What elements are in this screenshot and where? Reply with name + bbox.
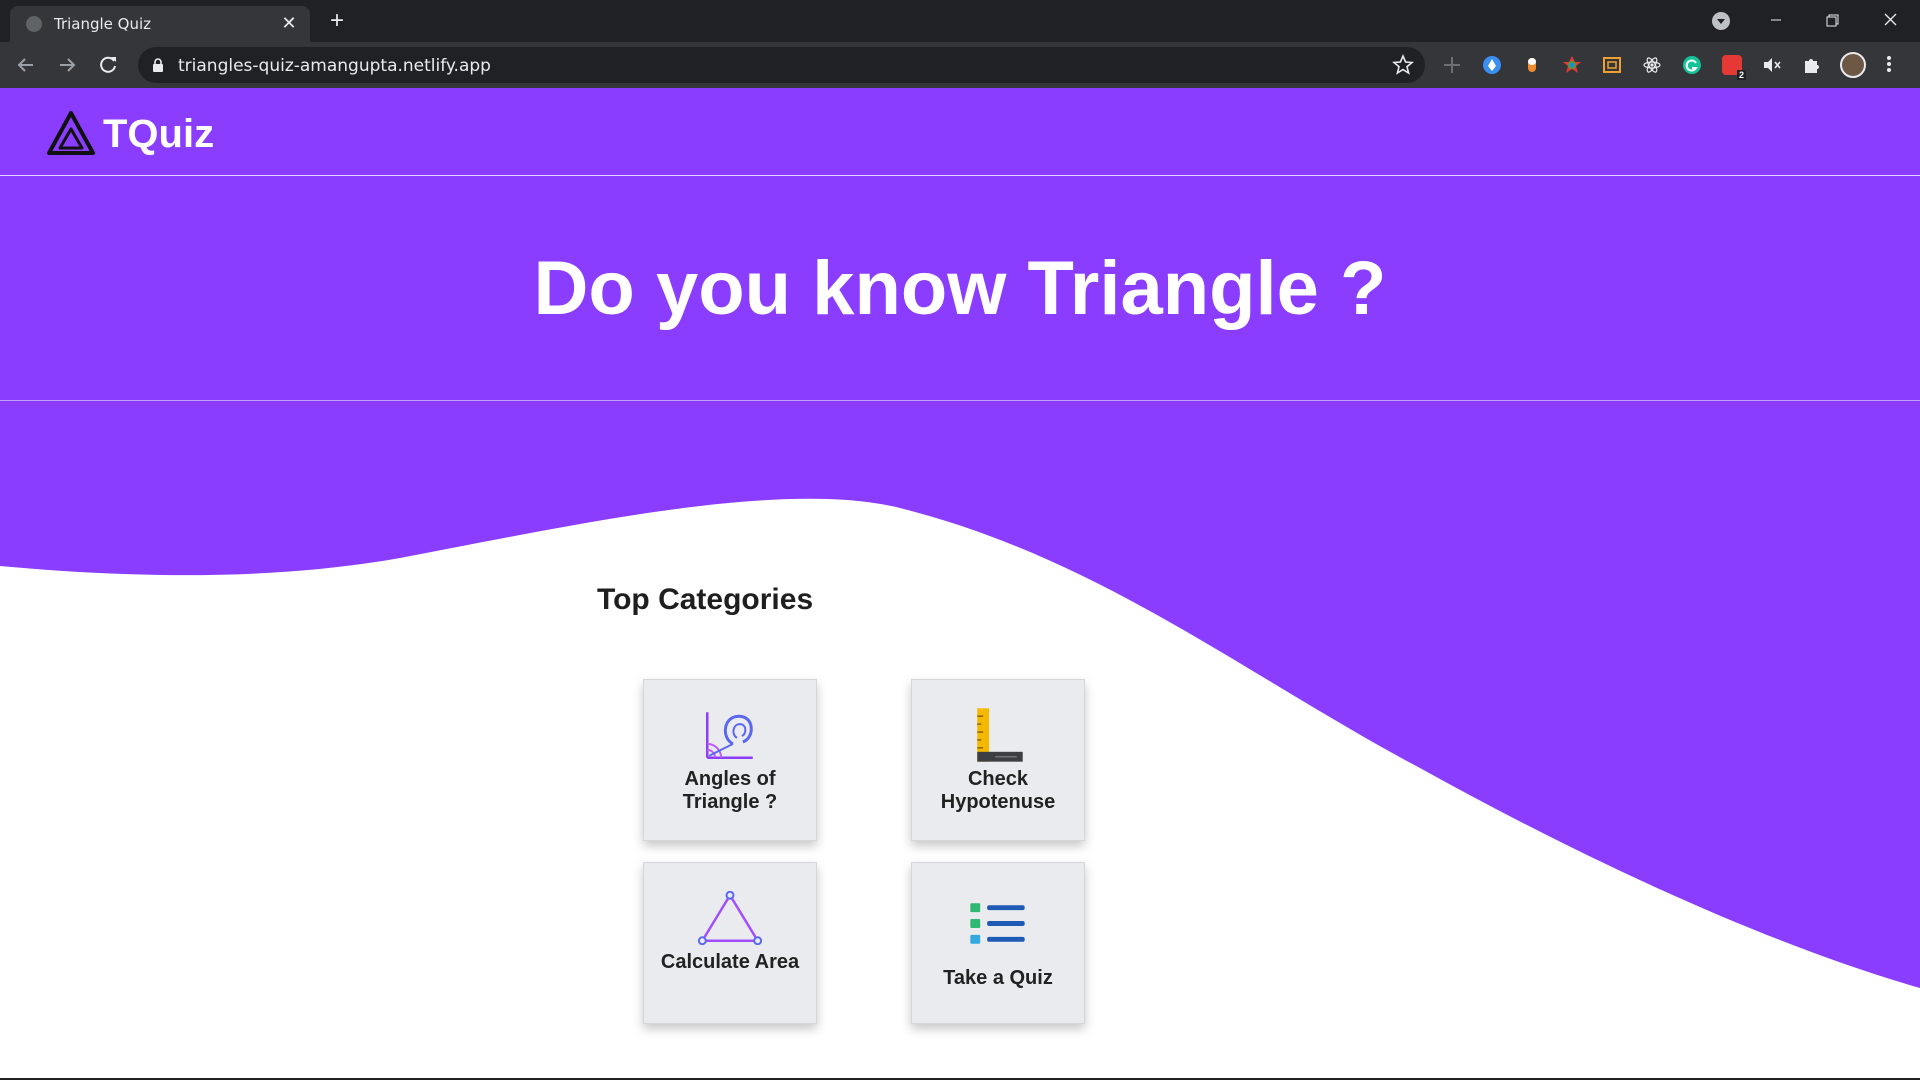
triangle-vertices-icon [697, 891, 763, 945]
restore-icon [1826, 14, 1839, 27]
capsule-extension-icon[interactable] [1522, 55, 1542, 75]
category-label: Check Hypotenuse [940, 768, 1056, 813]
triangle-logo-icon[interactable] [46, 110, 96, 156]
category-label: Take a Quiz [943, 967, 1053, 989]
checklist-icon [970, 903, 1025, 944]
bookmark-star-icon[interactable] [1391, 53, 1415, 77]
category-card-hypotenuse[interactable]: Check Hypotenuse [911, 679, 1085, 841]
category-card-area[interactable]: Calculate Area [643, 862, 817, 1024]
forward-button[interactable] [53, 51, 81, 79]
react-devtools-icon[interactable] [1642, 55, 1662, 75]
category-card-angles[interactable]: Angles of Triangle ? [643, 679, 817, 841]
grammarly-icon[interactable] [1682, 55, 1702, 75]
minimize-button[interactable] [1754, 4, 1798, 36]
tab-search-button[interactable] [1712, 12, 1730, 30]
blue-drop-extension-icon[interactable] [1482, 55, 1502, 75]
reload-button[interactable] [94, 51, 122, 79]
minimize-icon [1771, 19, 1781, 21]
set-square-ruler-icon [977, 708, 1023, 762]
tab-close-icon[interactable]: ✕ [278, 12, 300, 34]
web-page: TQuiz Do you know Triangle ? Top Categor… [0, 88, 1920, 1080]
profile-avatar[interactable] [1840, 52, 1866, 78]
protractor-angle-icon [706, 712, 753, 759]
lock-icon [153, 58, 163, 72]
globe-favicon-icon [26, 16, 42, 32]
tab-title: Triangle Quiz [54, 15, 152, 33]
close-icon [1884, 13, 1897, 26]
extensions-puzzle-icon[interactable] [1802, 55, 1822, 75]
hero-section: Do you know Triangle ? [0, 177, 1920, 401]
muted-speaker-icon[interactable] [1762, 55, 1782, 75]
browser-tab[interactable]: Triangle Quiz ✕ [10, 6, 310, 42]
todoist-extension-icon[interactable]: 2 [1722, 55, 1746, 80]
url-text: triangles-quiz-amangupta.netlify.app [178, 56, 491, 76]
move-extension-icon[interactable] [1442, 55, 1462, 75]
color-wheel-extension-icon[interactable] [1562, 55, 1582, 75]
extension-badge: 2 [1736, 70, 1746, 80]
section-title: Top Categories [597, 583, 814, 616]
forward-arrow-icon [60, 58, 76, 72]
category-label: Angles of Triangle ? [682, 768, 778, 813]
brand-name[interactable]: TQuiz [103, 112, 214, 157]
category-label: Calculate Area [660, 951, 800, 973]
new-tab-button[interactable]: + [324, 8, 350, 34]
browser-toolbar: triangles-quiz-amangupta.netlify.app 2 [0, 42, 1920, 88]
hero-title: Do you know Triangle ? [533, 246, 1387, 331]
browser-menu-icon[interactable] [1886, 54, 1892, 76]
restore-button[interactable] [1810, 4, 1854, 36]
category-card-quiz[interactable]: Take a Quiz [911, 862, 1085, 1024]
reload-icon [100, 56, 116, 73]
address-bar[interactable]: triangles-quiz-amangupta.netlify.app [138, 47, 1425, 83]
site-navbar: TQuiz [0, 88, 1920, 176]
close-window-button[interactable] [1868, 4, 1912, 36]
screenshot-extension-icon[interactable] [1602, 55, 1622, 75]
back-arrow-icon [17, 58, 33, 72]
back-button[interactable] [12, 51, 40, 79]
browser-tabstrip: Triangle Quiz ✕ + [0, 0, 1920, 42]
